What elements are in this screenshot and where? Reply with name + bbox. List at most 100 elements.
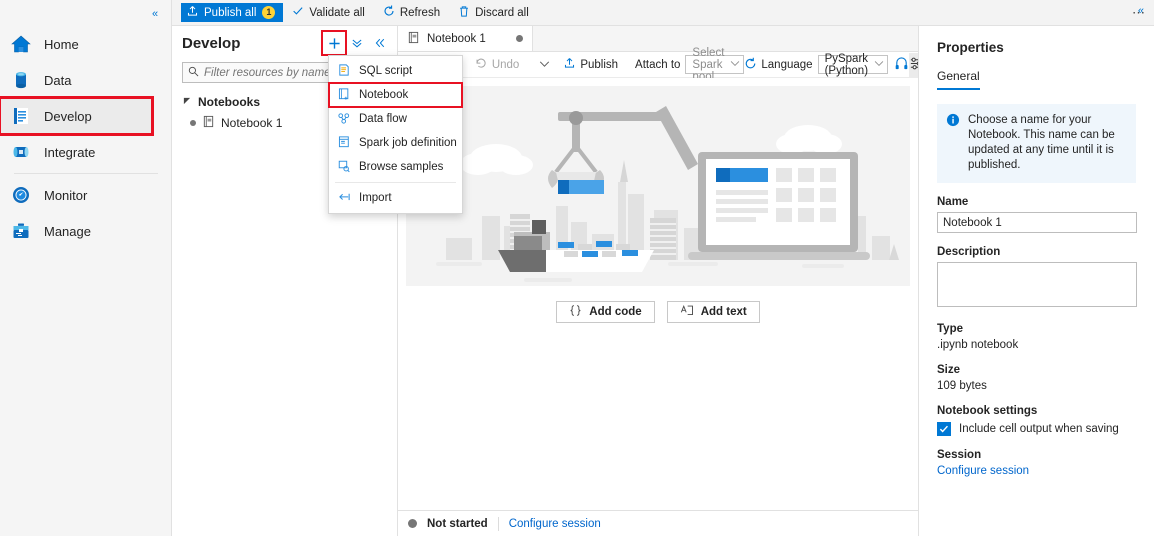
language-select[interactable]: PySpark (Python) (817, 52, 889, 77)
database-icon (10, 69, 32, 91)
text-box-icon (680, 304, 694, 320)
size-value: 109 bytes (937, 380, 987, 392)
check-icon (292, 5, 304, 20)
validate-all-button[interactable]: Validate all (283, 0, 373, 26)
synapse-studio-window: « Home Data Develop Integrate Monitor Ma… (0, 0, 1154, 536)
validate-all-label: Validate all (309, 6, 365, 19)
rail-divider (14, 173, 158, 174)
properties-configure-session-link[interactable]: Configure session (937, 465, 1136, 477)
language-label: Language (761, 58, 813, 71)
spark-pool-select[interactable]: Select Spark pool (685, 47, 745, 83)
add-new-resource-button[interactable] (321, 30, 347, 56)
toolbox-icon (10, 220, 32, 242)
refresh-circle-icon (744, 57, 757, 73)
session-state-dot-icon (408, 519, 417, 528)
status-divider (497, 516, 499, 531)
sidebar-item-integrate[interactable]: Integrate (0, 134, 172, 170)
add-code-button[interactable]: Add code (556, 301, 655, 323)
tab-label: Notebook 1 (427, 32, 486, 45)
monitor-gauge-icon (10, 184, 32, 206)
info-circle-icon (946, 113, 960, 173)
menu-item-data-flow[interactable]: Data flow (329, 107, 462, 131)
sidebar-item-manage[interactable]: Manage (0, 213, 172, 249)
publish-all-label: Publish all (204, 6, 257, 19)
menu-item-sql-script[interactable]: SQL script (329, 59, 462, 83)
pipeline-icon (10, 141, 32, 163)
refresh-pools-button[interactable] (744, 53, 757, 77)
chevron-double-down-icon[interactable] (346, 32, 368, 54)
session-label: Session (937, 449, 982, 461)
properties-tabs: General (937, 69, 1136, 90)
tree-group-label: Notebooks (198, 95, 261, 109)
menu-item-spark-job-definition[interactable]: Spark job definition (329, 131, 462, 155)
configure-session-link[interactable]: Configure session (509, 518, 601, 530)
menu-item-label: Import (359, 192, 392, 204)
menu-item-browse-samples[interactable]: Browse samples (329, 155, 462, 179)
undo-dropdown-button[interactable] (532, 52, 557, 78)
spark-job-icon (337, 135, 351, 152)
notebook-settings-label: Notebook settings (937, 405, 1038, 417)
language-value: PySpark (Python) (824, 52, 869, 77)
undo-label: Undo (491, 58, 520, 71)
page-title: Develop (182, 34, 241, 52)
home-icon (10, 33, 32, 55)
unsaved-changes-dot-icon (516, 35, 523, 42)
sidebar-item-monitor[interactable]: Monitor (0, 177, 172, 213)
publish-count-badge: 1 (262, 6, 276, 19)
properties-more-button[interactable]: ⋯ (1132, 5, 1146, 21)
code-braces-icon (569, 304, 582, 320)
info-message-box: Choose a name for your Notebook. This na… (937, 104, 1136, 183)
caret-down-icon (183, 97, 191, 107)
sidebar-item-label: Home (44, 36, 79, 52)
include-cell-output-label: Include cell output when saving (959, 423, 1119, 435)
menu-item-label: Spark job definition (359, 137, 457, 149)
sidebar-item-home[interactable]: Home (0, 26, 172, 62)
top-command-bar: Publish all 1 Validate all Refresh Disca… (172, 0, 1154, 26)
menu-item-import[interactable]: Import (329, 186, 462, 210)
tab-notebook-1[interactable]: Notebook 1 (398, 26, 533, 51)
description-textarea[interactable] (937, 262, 1137, 307)
name-input[interactable] (937, 212, 1137, 233)
sidebar-item-label: Monitor (44, 187, 88, 203)
chevron-down-icon (539, 59, 550, 71)
develop-pane-collapse-icon[interactable] (369, 32, 391, 54)
list-item-label: Notebook 1 (221, 116, 283, 130)
menu-item-label: SQL script (359, 65, 413, 77)
sidebar-item-data[interactable]: Data (0, 62, 172, 98)
add-text-button[interactable]: Add text (666, 301, 760, 323)
data-flow-icon (337, 111, 351, 128)
empty-notebook-illustration (406, 86, 910, 286)
notebook-editor: Notebook 1 Run all Undo (398, 26, 937, 536)
chevron-down-icon (874, 60, 884, 69)
notebook-icon (337, 87, 351, 104)
outline-button[interactable] (894, 53, 909, 77)
publish-all-button[interactable]: Publish all 1 (181, 3, 284, 22)
undo-button[interactable]: Undo (468, 52, 527, 78)
trash-icon (458, 5, 470, 21)
refresh-button[interactable]: Refresh (374, 0, 449, 26)
name-field-label: Name (937, 196, 969, 208)
editor-tabstrip: Notebook 1 (398, 26, 918, 52)
publish-label: Publish (580, 58, 619, 71)
menu-divider (335, 182, 456, 183)
publish-button[interactable]: Publish (557, 52, 625, 78)
type-value: .ipynb notebook (937, 339, 1019, 351)
notebook-status-bar: Not started Configure session (398, 510, 918, 536)
include-cell-output-checkbox[interactable] (937, 422, 951, 436)
type-field-label: Type (937, 323, 963, 335)
sidebar-item-develop[interactable]: Develop (0, 96, 154, 136)
discard-all-button[interactable]: Discard all (449, 0, 538, 26)
menu-item-notebook[interactable]: Notebook (328, 82, 463, 108)
import-arrow-icon (337, 190, 351, 207)
chevron-down-icon (730, 60, 740, 69)
sidebar-item-label: Develop (44, 108, 92, 124)
data-engineering-illustration (436, 106, 899, 282)
notebook-toolbar: Run all Undo Publish A (398, 47, 937, 83)
rail-item-list: Home Data Develop Integrate Monitor Mana… (0, 26, 172, 249)
discard-all-label: Discard all (475, 6, 529, 19)
refresh-circle-icon (383, 5, 395, 20)
tab-general[interactable]: General (937, 69, 980, 90)
add-cell-buttons: Add code Add text (406, 301, 910, 323)
session-state-label: Not started (427, 517, 488, 530)
rail-collapse-icon[interactable]: « (147, 6, 163, 22)
